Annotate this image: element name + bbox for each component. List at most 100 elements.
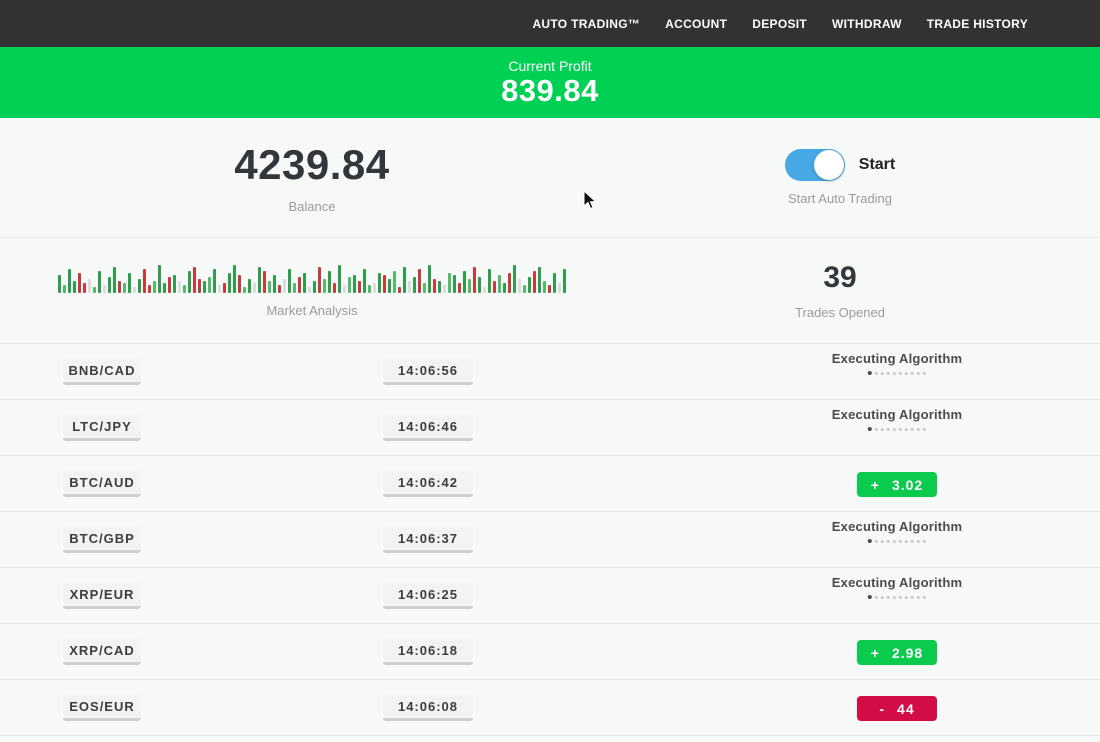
- nav-item-deposit[interactable]: DEPOSIT: [752, 17, 807, 31]
- trade-row: LTC/JPY14:06:46Executing Algorithm: [0, 400, 1100, 456]
- chart-bar: [448, 273, 451, 293]
- chart-bar: [98, 271, 101, 293]
- chart-bar: [408, 281, 411, 293]
- chart-bar: [473, 267, 476, 293]
- chart-bar: [143, 269, 146, 293]
- chart-bar: [88, 279, 91, 293]
- trade-row: EOS/EUR14:06:08-44: [0, 680, 1100, 736]
- chart-bar: [203, 281, 206, 293]
- chart-bar: [243, 287, 246, 293]
- toggle-label: Start: [859, 156, 895, 174]
- current-profit-value: 839.84: [501, 74, 599, 108]
- trade-row: XRP/EUR14:06:25Executing Algorithm: [0, 568, 1100, 624]
- chart-bar: [378, 273, 381, 293]
- chart-bar: [218, 285, 221, 293]
- chart-bar: [333, 283, 336, 293]
- chart-bar: [58, 275, 61, 293]
- chart-bar: [173, 275, 176, 293]
- trades-opened-label: Trades Opened: [795, 305, 885, 320]
- trade-time-badge: 14:06:46: [383, 415, 473, 441]
- chart-bar: [338, 265, 341, 293]
- trade-pair-badge: XRP/EUR: [63, 583, 141, 609]
- chart-bar: [123, 283, 126, 293]
- current-profit-banner: Current Profit 839.84: [0, 47, 1100, 118]
- nav-item-withdraw[interactable]: WITHDRAW: [832, 17, 902, 31]
- chart-bar: [518, 279, 521, 293]
- chart-bar: [508, 273, 511, 293]
- chart-bar: [273, 275, 276, 293]
- chart-bar: [443, 285, 446, 293]
- progress-dots: [832, 596, 962, 599]
- trade-time-badge: 14:06:25: [383, 583, 473, 609]
- chart-bar: [373, 283, 376, 293]
- chart-bar: [498, 275, 501, 293]
- chart-bar: [198, 279, 201, 293]
- chart-bar: [538, 267, 541, 293]
- chart-bar: [238, 275, 241, 293]
- chart-bar: [413, 277, 416, 293]
- chart-bar: [323, 279, 326, 293]
- chart-bar: [468, 279, 471, 293]
- chart-bar: [223, 283, 226, 293]
- chart-bar: [358, 281, 361, 293]
- market-analysis-label: Market Analysis: [266, 303, 357, 318]
- chart-bar: [68, 269, 71, 293]
- chart-bar: [453, 275, 456, 293]
- chart-bar: [513, 265, 516, 293]
- chart-bar: [438, 281, 441, 293]
- chart-bar: [543, 281, 546, 293]
- chart-bar: [313, 281, 316, 293]
- trades-list: BNB/CAD14:06:56Executing AlgorithmLTC/JP…: [0, 343, 1100, 736]
- chart-bar: [293, 283, 296, 293]
- trade-time-badge: 14:06:56: [383, 359, 473, 385]
- chart-bar: [478, 277, 481, 293]
- chart-bar: [533, 271, 536, 293]
- start-auto-trading-toggle[interactable]: [785, 149, 845, 181]
- chart-bar: [213, 269, 216, 293]
- chart-bar: [288, 269, 291, 293]
- trade-row: BTC/GBP14:06:37Executing Algorithm: [0, 512, 1100, 568]
- chart-bar: [113, 267, 116, 293]
- current-profit-label: Current Profit: [508, 58, 591, 74]
- chart-bar: [188, 271, 191, 293]
- auto-trading-caption: Start Auto Trading: [788, 191, 892, 206]
- chart-bar: [528, 277, 531, 293]
- chart-bar: [178, 281, 181, 293]
- balance-value: 4239.84: [234, 141, 389, 189]
- balance-label: Balance: [289, 199, 336, 214]
- chart-bar: [258, 267, 261, 293]
- chart-bar: [133, 287, 136, 293]
- chart-bar: [308, 287, 311, 293]
- toggle-knob-icon: [814, 150, 844, 180]
- chart-bar: [493, 281, 496, 293]
- chart-bar: [368, 285, 371, 293]
- trade-result-badge: -44: [857, 696, 937, 721]
- trades-opened-block: 39 Trades Opened: [624, 238, 1100, 343]
- balance-section: 4239.84 Balance Start Start Auto Trading: [0, 118, 1100, 237]
- nav-item-trade-history[interactable]: TRADE HISTORY: [927, 17, 1028, 31]
- trade-pair-badge: XRP/CAD: [63, 639, 141, 665]
- chart-bar: [428, 265, 431, 293]
- executing-algorithm-label: Executing Algorithm: [832, 519, 962, 534]
- chart-bar: [418, 269, 421, 293]
- chart-bar: [83, 283, 86, 293]
- nav-item-auto-trading[interactable]: AUTO TRADING™: [532, 17, 640, 31]
- chart-bar: [458, 283, 461, 293]
- chart-bar: [108, 277, 111, 293]
- chart-bar: [503, 283, 506, 293]
- trade-status-executing: Executing Algorithm: [832, 519, 962, 543]
- executing-algorithm-label: Executing Algorithm: [832, 351, 962, 366]
- chart-bar: [278, 285, 281, 293]
- chart-bar: [363, 269, 366, 293]
- chart-bar: [398, 287, 401, 293]
- chart-bar: [153, 281, 156, 293]
- nav-item-account[interactable]: ACCOUNT: [665, 17, 727, 31]
- chart-bar: [403, 267, 406, 293]
- result-value: 3.02: [892, 477, 923, 493]
- trade-pair-badge: BTC/AUD: [63, 471, 141, 497]
- chart-bar: [73, 281, 76, 293]
- trade-row: BNB/CAD14:06:56Executing Algorithm: [0, 344, 1100, 400]
- chart-bar: [423, 283, 426, 293]
- chart-bar: [208, 277, 211, 293]
- trade-result-badge: +2.98: [857, 640, 937, 665]
